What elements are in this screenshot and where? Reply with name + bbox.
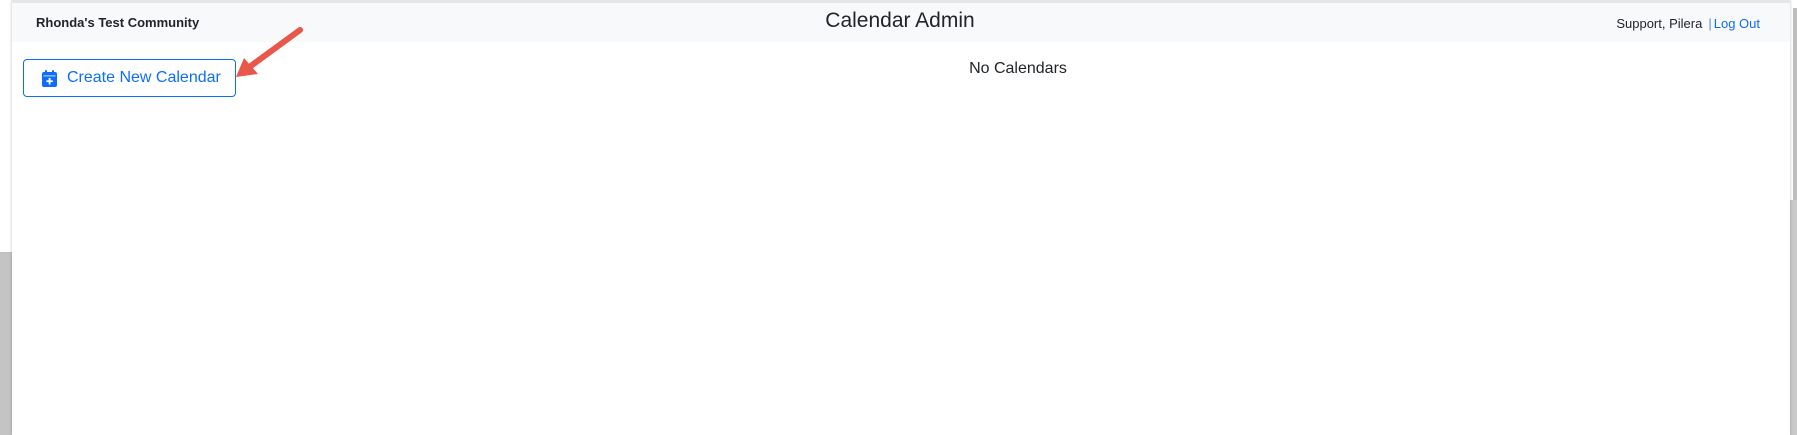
backdrop-shadow — [0, 252, 12, 435]
nav-separator: | — [1708, 16, 1712, 31]
user-area: Support, Pilera | Log Out — [1616, 16, 1760, 31]
user-name: Support, Pilera — [1616, 16, 1703, 31]
page-title: Calendar Admin — [825, 9, 975, 32]
logout-link[interactable]: Log Out — [1714, 16, 1760, 31]
app-window: Rhonda's Test Community Calendar Admin S… — [12, 0, 1790, 435]
backdrop-shadow — [1793, 8, 1797, 200]
red-arrow-icon — [236, 27, 303, 77]
